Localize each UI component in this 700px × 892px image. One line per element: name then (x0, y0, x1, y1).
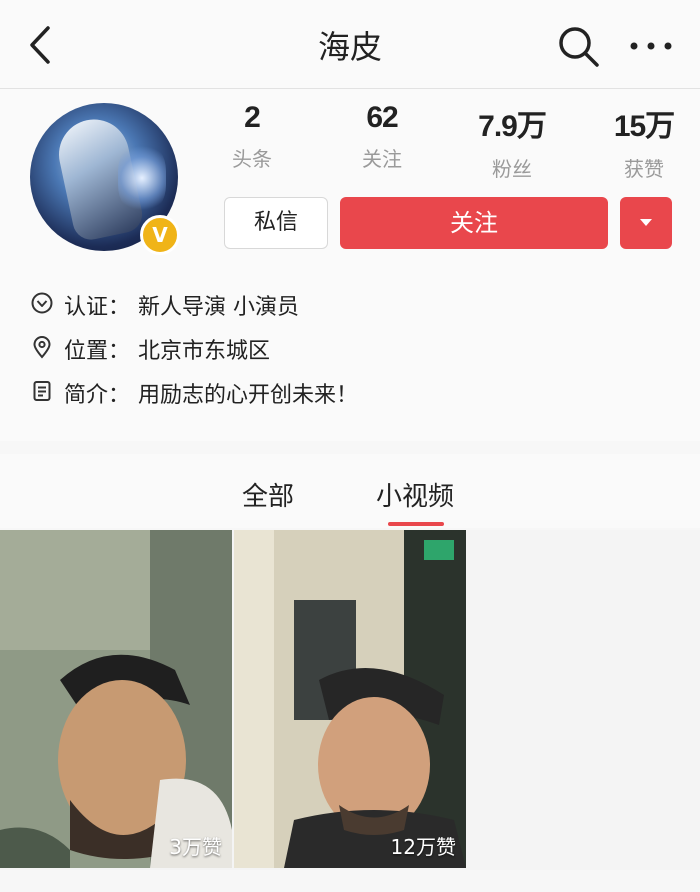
tab-short-videos[interactable]: 小视频 (376, 476, 454, 513)
message-button[interactable]: 私信 (224, 197, 328, 249)
stat-label: 粉丝 (492, 157, 532, 181)
search-button[interactable] (556, 24, 602, 70)
more-options-button[interactable] (626, 28, 676, 64)
video-thumbnail-image (234, 530, 466, 868)
tab-all[interactable]: 全部 (242, 476, 294, 513)
verified-check-icon (31, 292, 53, 314)
location-pin-icon (33, 336, 51, 359)
stat-value: 7.9万 (478, 110, 547, 143)
stat-label: 头条 (232, 147, 272, 171)
profile-page: 海皮 V 2 头条 62 关注 7.9万 粉丝 15万 获赞 私信 关注 认证：… (0, 0, 700, 892)
stat-label: 关注 (362, 147, 402, 171)
info-label: 认证： (64, 295, 131, 320)
video-like-count: 12万赞 (390, 835, 456, 859)
video-thumbnail-image (0, 530, 232, 868)
avatar-sparkle (118, 143, 166, 213)
stat-value: 2 (244, 101, 261, 134)
stat-articles[interactable]: 2 头条 (202, 101, 302, 172)
verified-badge-icon: V (140, 215, 180, 255)
page-bottom (0, 870, 700, 892)
stat-likes[interactable]: 15万 获赞 (594, 101, 694, 182)
document-icon (33, 381, 51, 401)
content-tabs: 全部 小视频 (0, 454, 700, 528)
profile-header: V 2 头条 62 关注 7.9万 粉丝 15万 获赞 私信 关注 认证： 新人… (0, 89, 700, 441)
follow-button[interactable]: 关注 (340, 197, 608, 249)
info-label: 简介： (64, 383, 131, 408)
stat-value: 15万 (613, 110, 675, 143)
active-tab-indicator (388, 522, 444, 526)
info-value: 用励志的心开创未来！ (138, 383, 359, 408)
top-navigation-bar: 海皮 (0, 0, 700, 89)
stat-following[interactable]: 62 关注 (332, 101, 432, 172)
info-value: 新人导演 小演员 (138, 295, 299, 320)
stat-label: 获赞 (624, 157, 664, 181)
search-icon (559, 27, 599, 67)
caret-down-icon (640, 219, 652, 226)
stat-followers[interactable]: 7.9万 粉丝 (462, 101, 562, 182)
video-grid: 3万赞 12万赞 (0, 530, 700, 870)
video-thumbnail[interactable]: 3万赞 (0, 530, 232, 868)
more-horizontal-icon (630, 42, 672, 50)
video-like-count: 3万赞 (169, 835, 222, 859)
info-label: 位置： (64, 339, 131, 364)
stat-value: 62 (366, 101, 398, 134)
video-thumbnail[interactable]: 12万赞 (234, 530, 466, 868)
follow-dropdown-button[interactable] (620, 197, 672, 249)
info-value: 北京市东城区 (138, 339, 271, 364)
